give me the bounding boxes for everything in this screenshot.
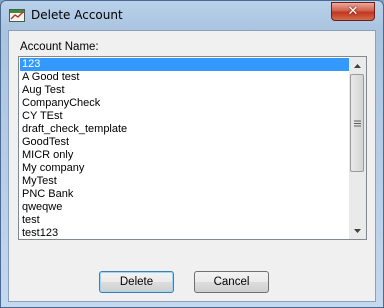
account-list-item[interactable]: GoodTest xyxy=(20,136,350,149)
chevron-down-icon xyxy=(354,228,361,233)
close-icon: ✕ xyxy=(347,4,359,19)
account-list-item[interactable]: test xyxy=(20,214,350,227)
app-icon xyxy=(9,9,25,22)
account-list-item[interactable]: MICR only xyxy=(20,149,350,162)
delete-account-dialog: Delete Account ✕ Account Name: 123 A Good… xyxy=(0,0,384,308)
account-list-item[interactable]: qweqwe xyxy=(20,201,350,214)
delete-button[interactable]: Delete xyxy=(99,271,174,293)
account-list-item[interactable]: draft_check_template xyxy=(20,123,350,136)
account-list-item[interactable]: CompanyCheck xyxy=(20,97,350,110)
account-list-items: 123 A Good test Aug Test CompanyCheck CY TEs… xyxy=(20,58,350,238)
chevron-up-icon xyxy=(354,63,361,68)
account-list-item[interactable]: test123 xyxy=(20,227,350,238)
cancel-button[interactable]: Cancel xyxy=(194,271,269,293)
scroll-up-button[interactable] xyxy=(349,57,366,74)
account-name-label: Account Name: xyxy=(20,41,99,53)
title-bar[interactable]: Delete Account ✕ xyxy=(1,1,383,31)
account-list[interactable]: 123 A Good test Aug Test CompanyCheck CY TEs… xyxy=(18,56,367,240)
account-list-item[interactable]: MyTest xyxy=(20,175,350,188)
account-list-item[interactable]: My company xyxy=(20,162,350,175)
dialog-body: Account Name: 123 A Good test Aug Test Comp… xyxy=(8,30,376,302)
account-list-item[interactable]: A Good test xyxy=(20,71,350,84)
account-list-item[interactable]: Aug Test xyxy=(20,84,350,97)
account-list-item[interactable]: 123 xyxy=(20,58,350,71)
account-list-item[interactable]: CY TEst xyxy=(20,110,350,123)
vertical-scrollbar[interactable] xyxy=(349,57,366,239)
scroll-thumb[interactable] xyxy=(350,74,364,172)
account-list-item[interactable]: PNC Bank xyxy=(20,188,350,201)
scroll-down-button[interactable] xyxy=(349,222,366,239)
window-title: Delete Account xyxy=(31,8,123,22)
grip-icon xyxy=(353,120,361,126)
close-button[interactable]: ✕ xyxy=(331,2,375,21)
